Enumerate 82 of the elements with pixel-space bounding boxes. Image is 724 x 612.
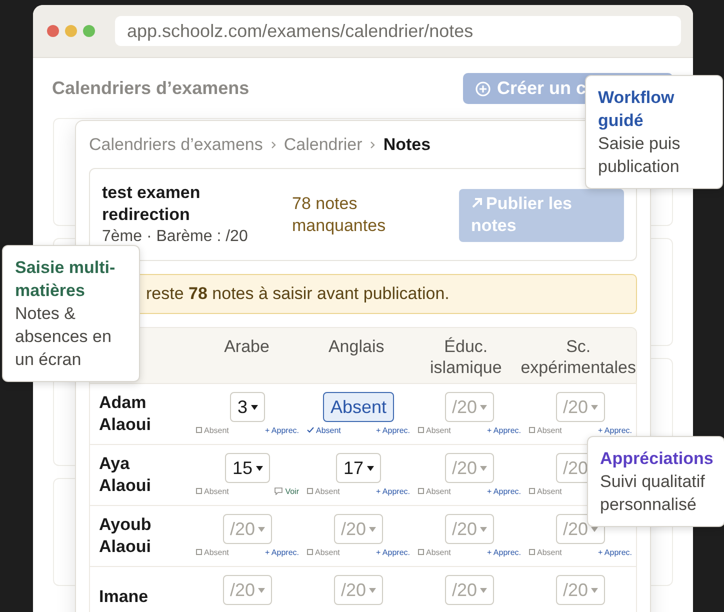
chevron-right-icon <box>370 141 376 149</box>
breadcrumb-link[interactable]: Calendriers d’examens <box>89 135 263 155</box>
add-comment-link[interactable]: + Apprec. <box>376 425 410 436</box>
absent-checkbox[interactable]: Absent <box>418 486 451 496</box>
check-icon <box>307 427 314 434</box>
checkbox-icon <box>529 488 535 494</box>
absent-checkbox[interactable]: Absent <box>529 547 562 558</box>
checkbox-icon <box>418 427 424 434</box>
maximize-dot-icon[interactable] <box>83 25 95 37</box>
caret-icon <box>369 526 376 532</box>
checkbox-icon <box>196 488 202 494</box>
grade-select[interactable]: /20 <box>334 575 384 606</box>
checkbox-icon <box>418 488 424 494</box>
checkbox-icon <box>529 427 535 434</box>
grade-select[interactable]: 3 <box>230 392 264 422</box>
speech-bubble-icon <box>274 487 284 496</box>
checkbox-icon <box>307 488 313 494</box>
callout-text: Notes & absences en un écran <box>15 303 112 371</box>
grade-select[interactable]: /20 <box>556 575 606 606</box>
plus-circle-icon <box>475 80 491 96</box>
address-bar[interactable]: app.schoolz.com/examens/calendrier/notes <box>115 16 681 46</box>
checkbox-icon <box>196 427 202 434</box>
page-title: Calendriers d’examens <box>52 78 250 99</box>
absent-checkbox[interactable]: Absent <box>529 486 562 496</box>
grade-select[interactable]: /20 <box>334 514 384 544</box>
view-link[interactable]: Voir <box>274 486 299 496</box>
caret-icon <box>480 526 488 532</box>
absent-checkbox[interactable]: Absent <box>418 425 451 436</box>
add-comment-link[interactable]: + Apprec. <box>486 486 521 496</box>
grade-select[interactable]: /20 <box>444 575 494 606</box>
student-name: Adam Alaoui <box>99 392 152 436</box>
absent-checkbox[interactable]: Absent <box>307 547 340 558</box>
column-header: Éduc. islamique <box>429 336 503 379</box>
checkbox-icon <box>529 549 535 556</box>
caret-icon <box>480 404 488 410</box>
caret-icon <box>591 404 598 410</box>
student-name: Ayoub Alaoui <box>99 514 152 558</box>
grade-select[interactable]: /20 <box>222 514 272 544</box>
checkbox-icon <box>418 549 424 556</box>
add-comment-link[interactable]: + Apprec. <box>264 547 299 558</box>
add-comment-link[interactable]: + Apprec. <box>376 486 410 496</box>
column-header: Arabe <box>223 336 270 358</box>
student-name: Imane <box>99 586 150 608</box>
minimize-dot-icon[interactable] <box>65 25 77 37</box>
grade-select[interactable]: 17 <box>336 453 381 484</box>
add-comment-link[interactable]: + Apprec. <box>264 425 299 436</box>
add-comment-link[interactable]: + Apprec. <box>486 425 521 436</box>
close-dot-icon[interactable] <box>47 25 59 37</box>
checkbox-icon <box>196 549 202 556</box>
absent-checkbox[interactable]: Absent <box>529 425 562 436</box>
absent-checkbox[interactable]: Absent <box>307 425 341 436</box>
chevron-right-icon <box>270 141 276 149</box>
absent-checkbox[interactable]: Absent <box>196 425 229 436</box>
missing-count: 78 notes manquantes <box>292 193 387 237</box>
breadcrumb-link[interactable]: Calendrier <box>284 135 362 155</box>
grade-select[interactable]: /20 <box>222 575 272 606</box>
column-header: Anglais <box>327 336 386 358</box>
add-comment-link[interactable]: + Apprec. <box>376 547 410 558</box>
grade-select[interactable]: 15 <box>225 453 270 484</box>
grade-select[interactable]: /20 <box>556 392 606 422</box>
column-header: Sc. expérimentales <box>520 336 636 379</box>
arrow-up-right-icon <box>471 197 483 209</box>
grade-select[interactable]: /20 <box>444 392 494 422</box>
absent-checkbox[interactable]: Absent <box>418 547 451 558</box>
checkbox-icon <box>307 549 313 556</box>
absent-checkbox[interactable]: Absent <box>196 547 229 558</box>
add-comment-link[interactable]: + Apprec. <box>598 547 632 558</box>
add-comment-link[interactable]: + Apprec. <box>598 425 632 436</box>
caret-icon <box>258 526 266 532</box>
add-comment-link[interactable]: + Apprec. <box>486 547 521 558</box>
callout-text: Saisie puis publication <box>598 133 682 178</box>
warning-text: reste 78 notes à saisir avant publication. <box>146 284 450 304</box>
grade-select[interactable]: /20 <box>444 453 494 484</box>
caret-icon <box>250 404 258 410</box>
absent-checkbox[interactable]: Absent <box>196 486 229 496</box>
student-name: Aya Alaoui <box>99 452 152 497</box>
grade-select[interactable]: Absent <box>323 392 394 422</box>
exam-meta: 7ème · Barème : /20 <box>102 227 249 247</box>
grade-select[interactable]: /20 <box>444 514 494 544</box>
exam-title: test examen redirection <box>102 182 202 226</box>
callout-title: Saisie multi-matières <box>15 257 116 302</box>
absent-checkbox[interactable]: Absent <box>307 486 340 496</box>
